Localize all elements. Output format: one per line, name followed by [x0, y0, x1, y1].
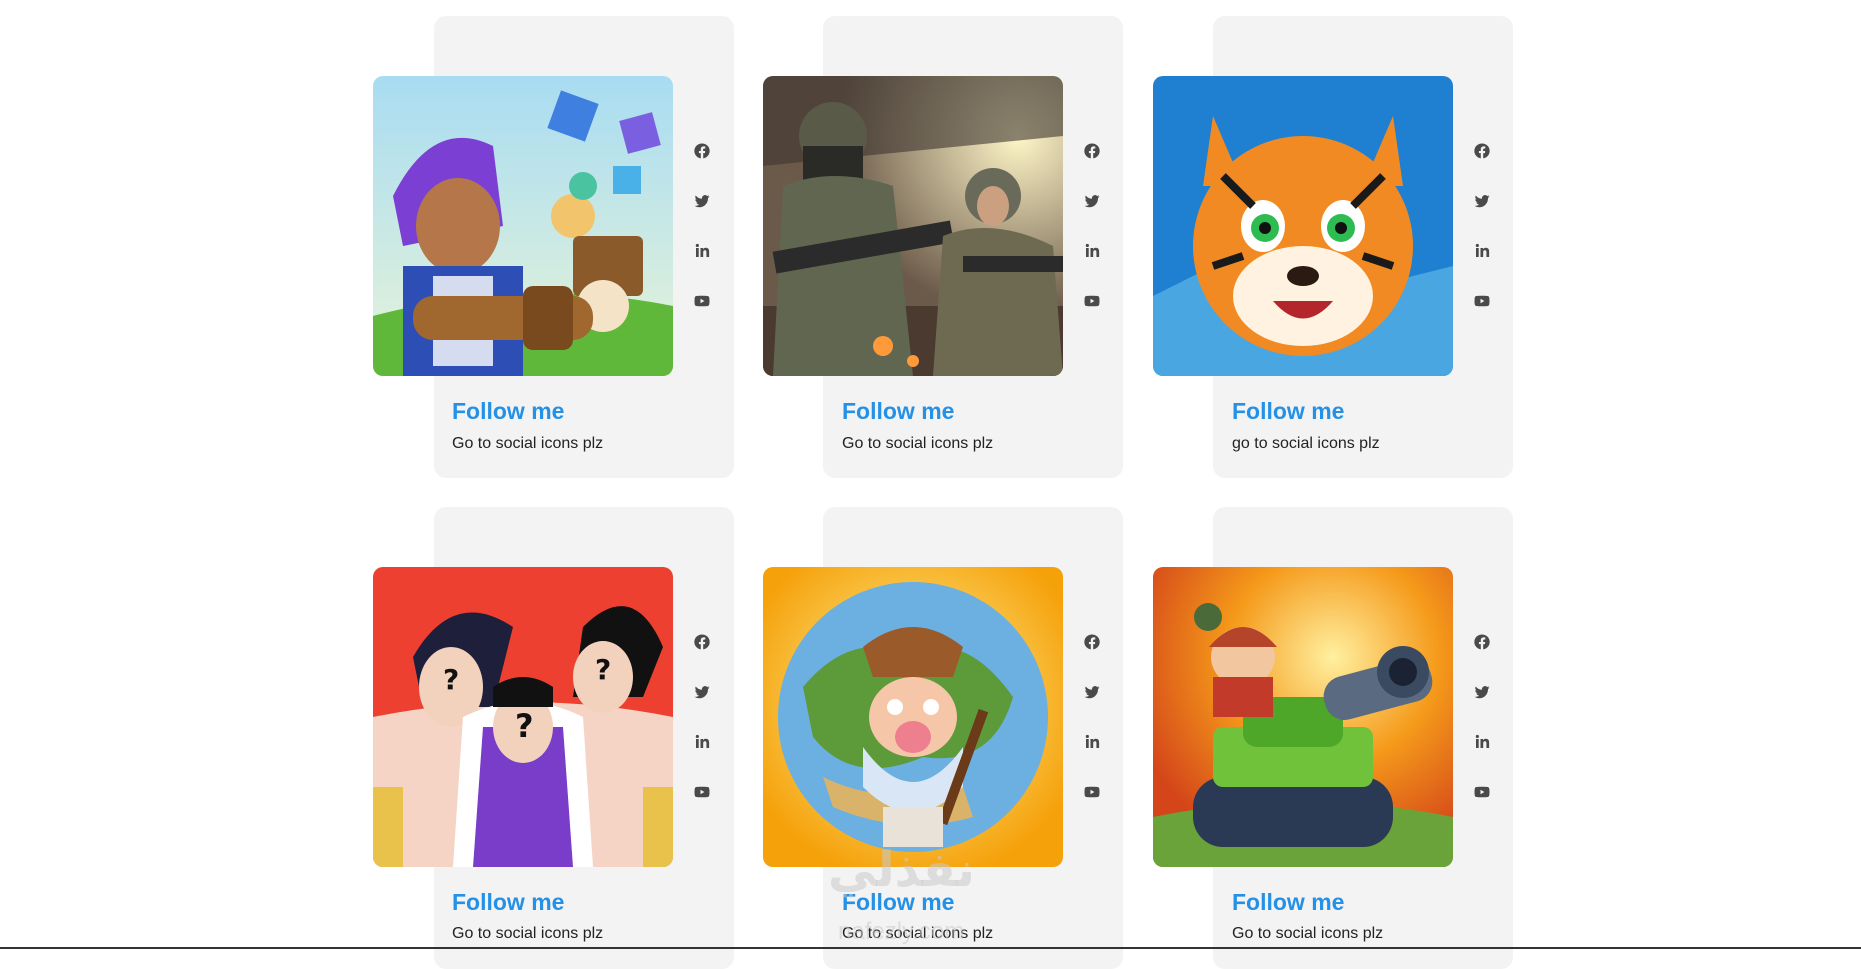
youtube-icon[interactable]	[1080, 289, 1104, 313]
social-links-4	[690, 630, 714, 804]
game-image-5	[763, 567, 1063, 867]
card-title[interactable]: Follow me	[452, 889, 564, 916]
linkedin-icon[interactable]	[1470, 730, 1494, 754]
card-title[interactable]: Follow me	[1232, 398, 1344, 425]
svg-text:?: ?	[515, 707, 534, 745]
youtube-icon[interactable]	[1080, 780, 1104, 804]
game-image-1	[373, 76, 673, 376]
game-image-4: ? ? ?	[373, 567, 673, 867]
twitter-icon[interactable]	[690, 189, 714, 213]
youtube-icon[interactable]	[1470, 780, 1494, 804]
facebook-icon[interactable]	[1470, 139, 1494, 163]
social-links-2	[1080, 139, 1104, 313]
team-grid: Follow me Go to social icons plz Follow …	[0, 0, 1861, 969]
facebook-icon[interactable]	[690, 139, 714, 163]
svg-text:?: ?	[443, 663, 459, 696]
card-title[interactable]: Follow me	[452, 398, 564, 425]
youtube-icon[interactable]	[690, 780, 714, 804]
facebook-icon[interactable]	[1470, 630, 1494, 654]
card-subtitle: Go to social icons plz	[842, 435, 994, 452]
linkedin-icon[interactable]	[1080, 239, 1104, 263]
twitter-icon[interactable]	[1080, 189, 1104, 213]
facebook-icon[interactable]	[1080, 139, 1104, 163]
social-links-3	[1470, 139, 1494, 313]
card-subtitle: Go to social icons plz	[452, 435, 604, 452]
linkedin-icon[interactable]	[1470, 239, 1494, 263]
linkedin-icon[interactable]	[1080, 730, 1104, 754]
twitter-icon[interactable]	[1080, 680, 1104, 704]
linkedin-icon[interactable]	[690, 239, 714, 263]
youtube-icon[interactable]	[1470, 289, 1494, 313]
twitter-icon[interactable]	[1470, 680, 1494, 704]
social-links-6	[1470, 630, 1494, 804]
card-subtitle: Go to social icons plz	[1232, 925, 1384, 942]
linkedin-icon[interactable]	[690, 730, 714, 754]
twitter-icon[interactable]	[1470, 189, 1494, 213]
card-subtitle: go to social icons plz	[1232, 435, 1380, 452]
svg-text:?: ?	[595, 653, 611, 686]
watermark-url: nafezly.com	[838, 918, 965, 945]
game-image-6	[1153, 567, 1453, 867]
game-image-3	[1153, 76, 1453, 376]
youtube-icon[interactable]	[690, 289, 714, 313]
card-title[interactable]: Follow me	[1232, 889, 1344, 916]
card-title[interactable]: Follow me	[842, 398, 954, 425]
facebook-icon[interactable]	[690, 630, 714, 654]
social-links-1	[690, 139, 714, 313]
facebook-icon[interactable]	[1080, 630, 1104, 654]
watermark-logo: نفذلي	[828, 844, 975, 897]
twitter-icon[interactable]	[690, 680, 714, 704]
game-image-2	[763, 76, 1063, 376]
social-links-5	[1080, 630, 1104, 804]
card-subtitle: Go to social icons plz	[452, 925, 604, 942]
